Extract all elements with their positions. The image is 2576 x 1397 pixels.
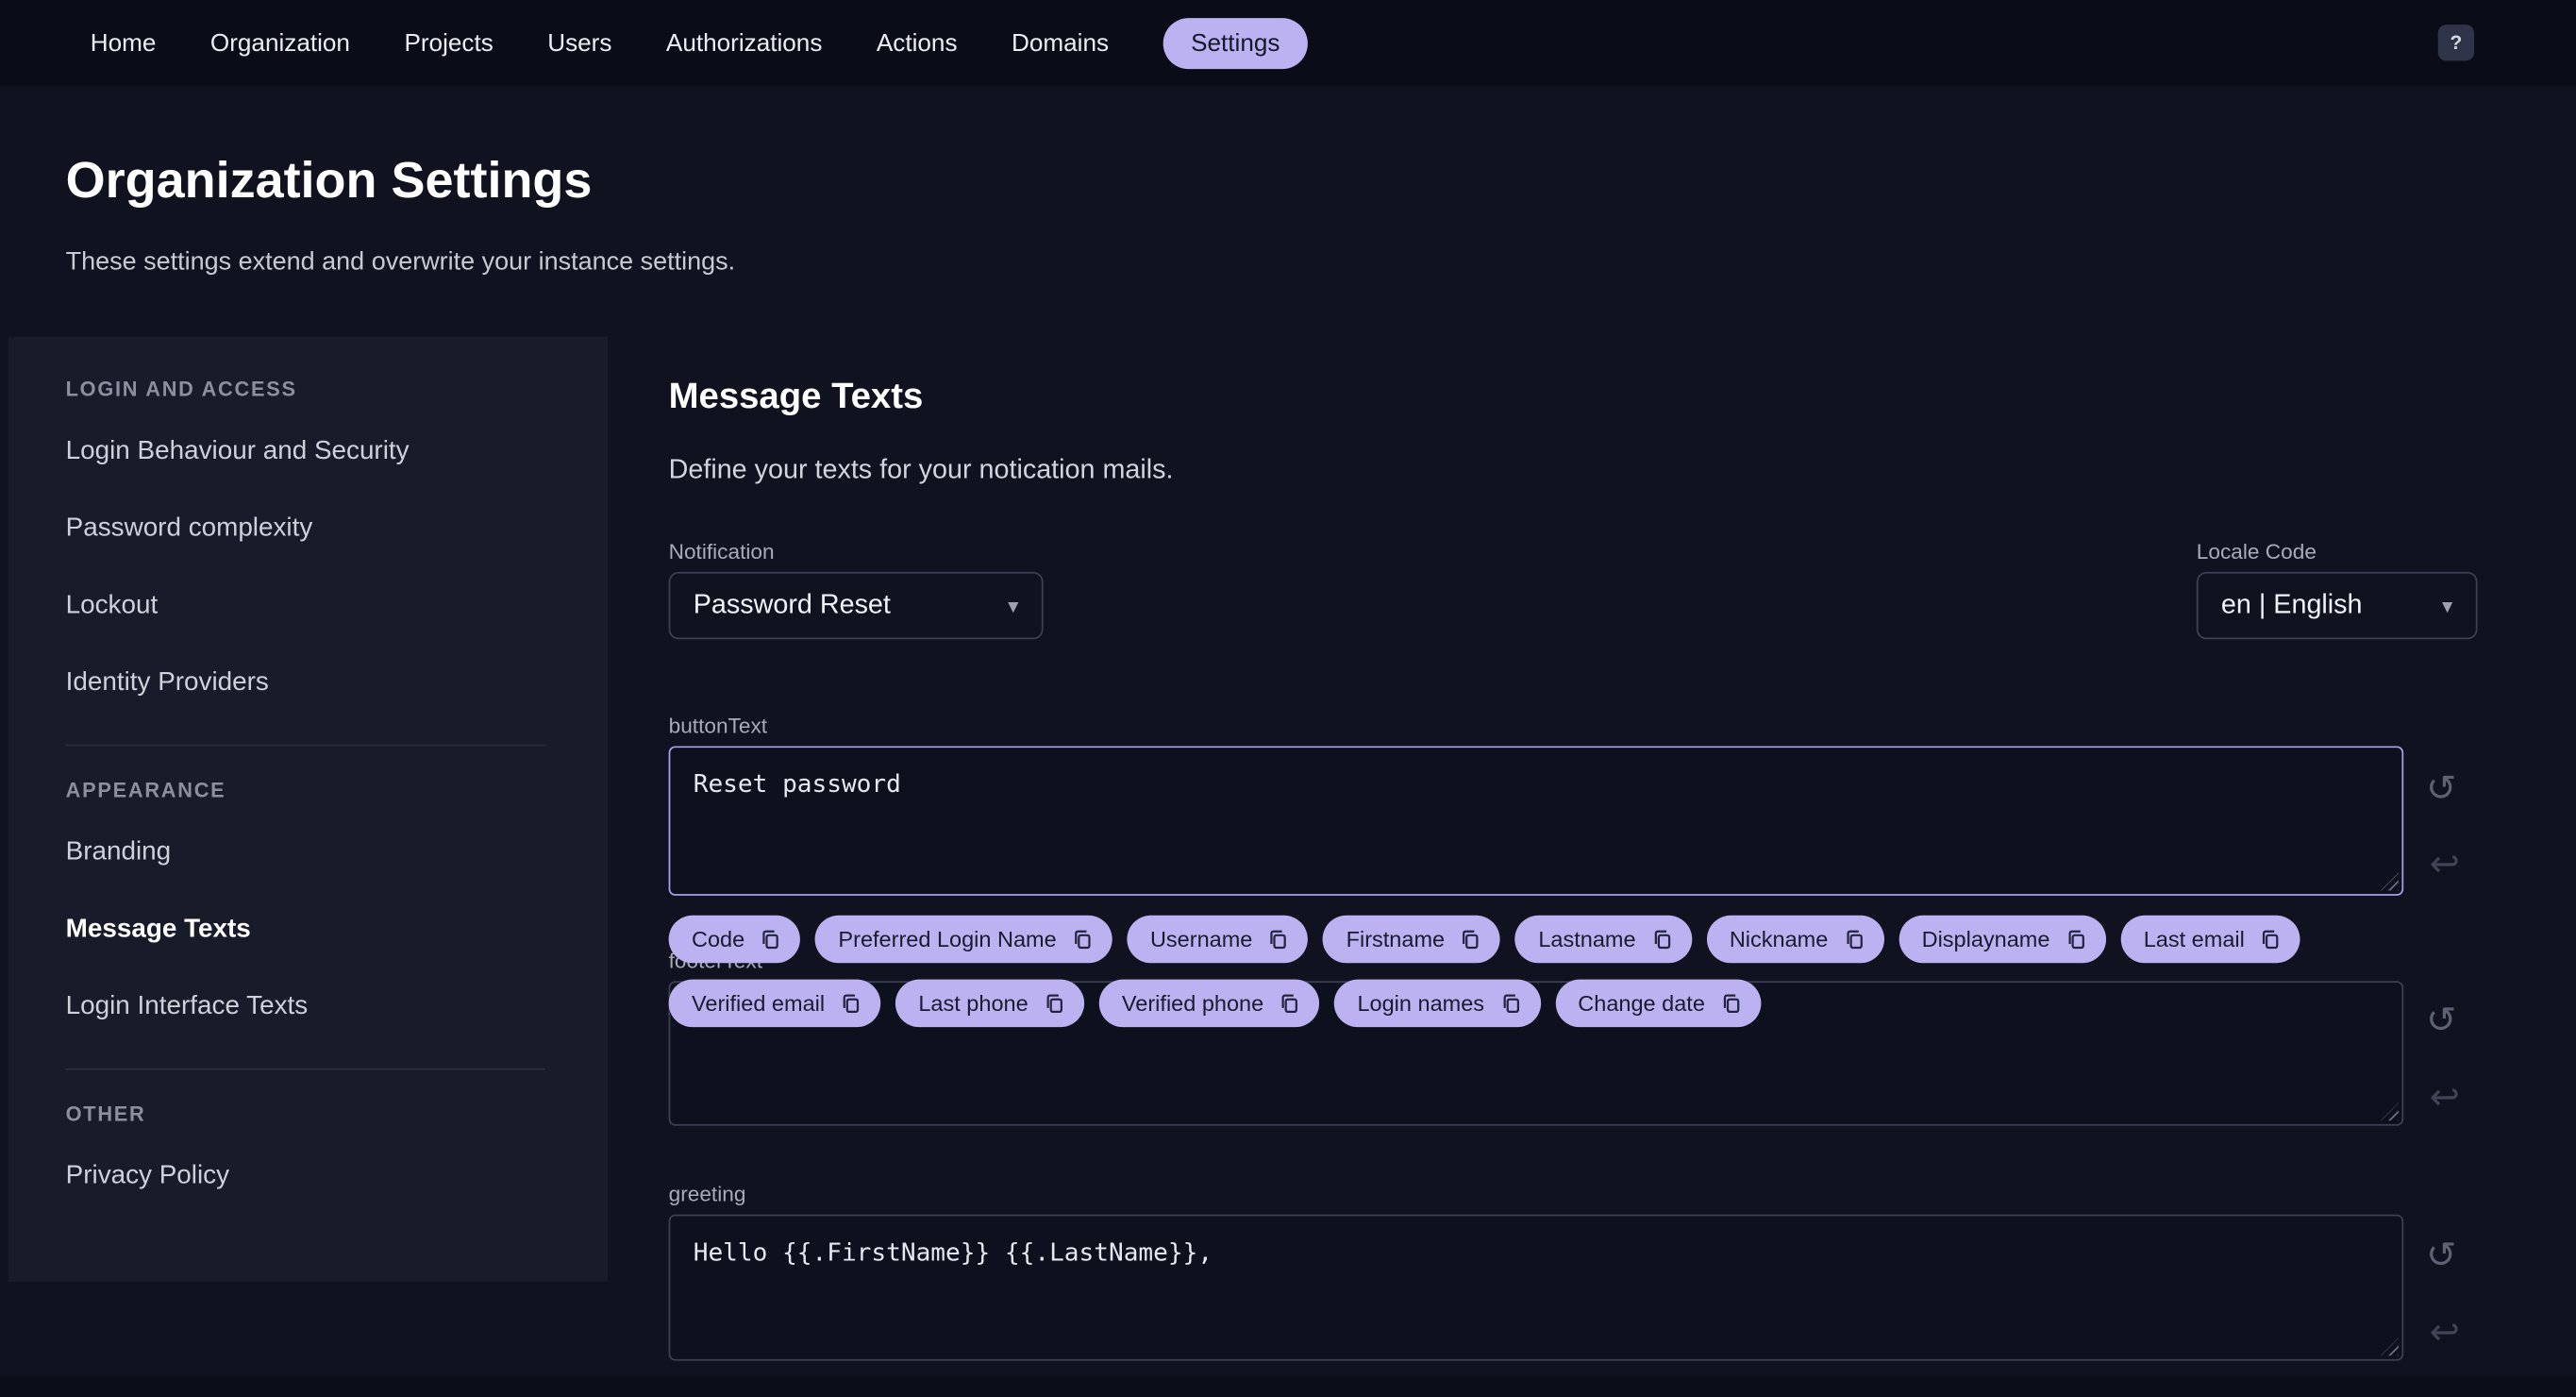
- section-description: Define your texts for your notication ma…: [668, 455, 1174, 485]
- bottom-strip: [0, 1377, 2576, 1397]
- clipboard-icon: [843, 993, 860, 1013]
- chip-username[interactable]: Username: [1127, 915, 1309, 964]
- undo-icon[interactable]: ↩: [2425, 1077, 2465, 1118]
- notification-label: Notification: [668, 539, 775, 564]
- history-icon[interactable]: ↺: [2421, 1235, 2461, 1275]
- sidebar-section-appearance: APPEARANCE: [65, 779, 226, 802]
- clipboard-icon: [1723, 993, 1740, 1013]
- history-icon[interactable]: ↺: [2421, 1000, 2461, 1040]
- notification-select[interactable]: Password Reset ▾: [668, 571, 1044, 640]
- chip-lastname[interactable]: Lastname: [1514, 915, 1692, 964]
- sidebar-divider: [65, 1068, 546, 1070]
- nav-domains[interactable]: Domains: [1012, 17, 1109, 68]
- nav-authorizations[interactable]: Authorizations: [666, 17, 823, 68]
- nav-items: Home Organization Projects Users Authori…: [91, 17, 1309, 69]
- nav-users[interactable]: Users: [547, 17, 611, 68]
- clipboard-icon: [1046, 993, 1062, 1013]
- sidebar-item-password-complexity[interactable]: Password complexity: [66, 511, 554, 547]
- section-title: Message Texts: [668, 374, 924, 416]
- locale-select[interactable]: en | English ▾: [2196, 571, 2478, 640]
- sidebar-item-branding[interactable]: Branding: [66, 834, 554, 870]
- chip-verified-email[interactable]: Verified email: [668, 979, 881, 1028]
- buttontext-textarea-wrap: Reset password: [668, 746, 2404, 896]
- help-button[interactable]: ?: [2437, 25, 2475, 61]
- clipboard-icon: [1271, 929, 1287, 949]
- chip-label: Firstname: [1346, 926, 1446, 952]
- clipboard-icon: [762, 929, 779, 949]
- clipboard-icon: [2263, 929, 2279, 949]
- sidebar-divider: [65, 744, 546, 747]
- greeting-label: greeting: [668, 1181, 746, 1206]
- nav-projects[interactable]: Projects: [404, 17, 493, 68]
- chip-label: Verified email: [691, 990, 826, 1016]
- chip-login-names[interactable]: Login names: [1334, 979, 1541, 1028]
- chip-change-date[interactable]: Change date: [1554, 979, 1762, 1028]
- chip-last-phone[interactable]: Last phone: [895, 979, 1084, 1028]
- chip-firstname[interactable]: Firstname: [1323, 915, 1501, 964]
- clipboard-icon: [1281, 993, 1298, 1013]
- chip-verified-phone[interactable]: Verified phone: [1098, 979, 1320, 1028]
- chip-label: Nickname: [1729, 926, 1829, 952]
- sidebar-item-login-behaviour[interactable]: Login Behaviour and Security: [66, 434, 554, 470]
- chip-label: Lastname: [1538, 926, 1636, 952]
- chip-label: Username: [1149, 926, 1253, 952]
- sidebar-item-message-texts[interactable]: Message Texts: [66, 912, 554, 948]
- clipboard-icon: [1654, 929, 1670, 949]
- sidebar-section-other: OTHER: [65, 1102, 146, 1126]
- sidebar-item-lockout[interactable]: Lockout: [66, 588, 554, 624]
- nav-actions[interactable]: Actions: [877, 17, 958, 68]
- chevron-down-icon: ▾: [1008, 592, 1019, 617]
- sidebar-item-identity-providers[interactable]: Identity Providers: [66, 665, 554, 701]
- chips-row-2: Verified email Last phone Verified phone…: [668, 979, 2427, 1028]
- chip-nickname[interactable]: Nickname: [1706, 915, 1884, 964]
- sidebar-item-login-interface-texts[interactable]: Login Interface Texts: [66, 989, 554, 1025]
- nav-settings[interactable]: Settings: [1163, 17, 1309, 69]
- chip-code[interactable]: Code: [668, 915, 801, 964]
- app-window: Home Organization Projects Users Authori…: [0, 0, 2576, 1397]
- clipboard-icon: [1075, 929, 1091, 949]
- chip-label: Change date: [1578, 990, 1705, 1016]
- clipboard-icon: [1463, 929, 1480, 949]
- chip-label: Last email: [2143, 926, 2245, 952]
- clipboard-icon: [1846, 929, 1863, 949]
- chip-preferred-login-name[interactable]: Preferred Login Name: [815, 915, 1112, 964]
- chips-row-1: Code Preferred Login Name Username First…: [668, 915, 2427, 964]
- page-subtitle: These settings extend and overwrite your…: [65, 247, 736, 277]
- undo-icon[interactable]: ↩: [2425, 1312, 2465, 1353]
- history-icon[interactable]: ↺: [2421, 768, 2461, 809]
- chip-label: Code: [691, 926, 745, 952]
- greeting-textarea[interactable]: Hello {{.FirstName}} {{.LastName}},: [668, 1214, 2404, 1361]
- buttontext-textarea[interactable]: Reset password: [668, 746, 2404, 896]
- chip-last-email[interactable]: Last email: [2120, 915, 2301, 964]
- chip-label: Verified phone: [1121, 990, 1264, 1016]
- clipboard-icon: [2068, 929, 2084, 949]
- sidebar-section-login-access: LOGIN AND ACCESS: [65, 378, 297, 401]
- chip-label: Login names: [1357, 990, 1485, 1016]
- greeting-textarea-wrap: Hello {{.FirstName}} {{.LastName}},: [668, 1214, 2404, 1361]
- locale-label: Locale Code: [2196, 539, 2317, 564]
- nav-home[interactable]: Home: [91, 17, 157, 68]
- locale-select-value: en | English: [2220, 590, 2363, 620]
- top-nav: Home Organization Projects Users Authori…: [0, 0, 2576, 86]
- settings-sidebar: LOGIN AND ACCESS Login Behaviour and Sec…: [8, 336, 609, 1283]
- buttontext-label: buttonText: [668, 713, 768, 738]
- chip-label: Last phone: [918, 990, 1029, 1016]
- chip-label: Displayname: [1921, 926, 2050, 952]
- chevron-down-icon: ▾: [2442, 592, 2453, 617]
- chip-label: Preferred Login Name: [838, 926, 1057, 952]
- sidebar-item-privacy-policy[interactable]: Privacy Policy: [66, 1158, 554, 1194]
- notification-select-value: Password Reset: [693, 590, 891, 620]
- page-title: Organization Settings: [65, 151, 593, 210]
- placeholder-chips: Code Preferred Login Name Username First…: [668, 915, 2427, 1044]
- undo-icon[interactable]: ↩: [2425, 844, 2465, 884]
- clipboard-icon: [1502, 993, 1519, 1013]
- nav-organization[interactable]: Organization: [210, 17, 350, 68]
- chip-displayname[interactable]: Displayname: [1899, 915, 2106, 964]
